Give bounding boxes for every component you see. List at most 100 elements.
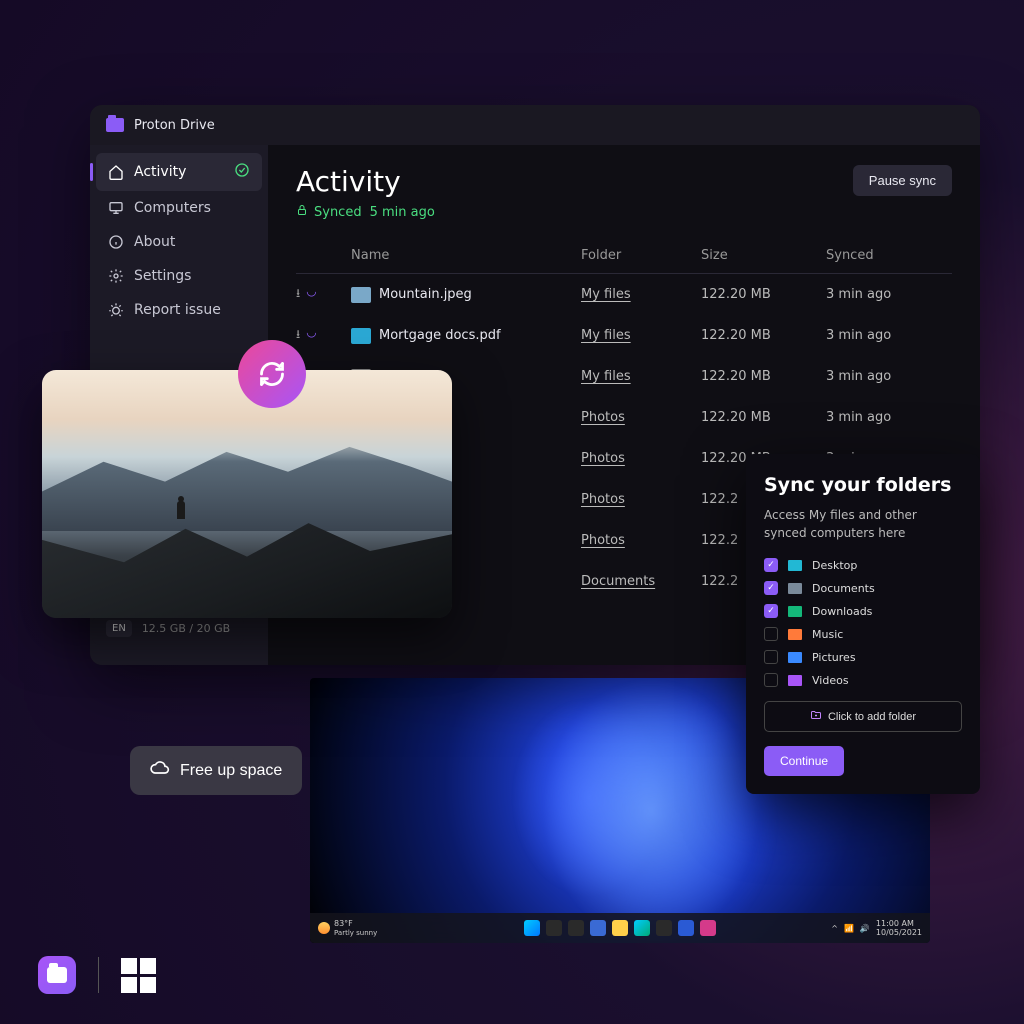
gear-icon — [108, 268, 124, 284]
folder-link[interactable]: Photos — [581, 451, 701, 466]
sync-popup-subtitle: Access My files and other synced compute… — [764, 506, 962, 542]
checkbox[interactable]: ✓ — [764, 581, 778, 595]
folder-link[interactable]: Photos — [581, 492, 701, 507]
image-preview-card — [42, 370, 452, 618]
add-folder-button[interactable]: Click to add folder — [764, 701, 962, 732]
bug-icon — [108, 302, 124, 318]
table-header: Name Folder Size Synced — [296, 238, 952, 274]
folder-link[interactable]: Documents — [581, 574, 701, 589]
folder-option-documents[interactable]: ✓ Documents — [764, 581, 962, 595]
checkbox[interactable]: ✓ — [764, 604, 778, 618]
folder-icon — [788, 652, 802, 663]
home-icon — [108, 164, 124, 180]
folder-list: ✓ Desktop ✓ Documents ✓ Downloads Music … — [764, 558, 962, 687]
start-icon[interactable] — [524, 920, 540, 936]
folder-icon — [788, 583, 802, 594]
spinner-icon: ◡ — [306, 284, 316, 305]
sidebar-item-report-issue[interactable]: Report issue — [96, 293, 262, 327]
store-icon[interactable] — [656, 920, 672, 936]
explorer-icon[interactable] — [612, 920, 628, 936]
folder-icon — [788, 606, 802, 617]
continue-button[interactable]: Continue — [764, 746, 844, 776]
brand-logos — [38, 956, 156, 994]
row-action-icons: ⭳ ◡ — [296, 325, 351, 346]
download-icon: ⭳ — [296, 284, 300, 305]
folder-link[interactable]: My files — [581, 287, 701, 302]
sidebar-item-about[interactable]: About — [96, 225, 262, 259]
file-thumbnail — [351, 328, 371, 344]
file-name: Mortgage docs.pdf — [351, 328, 581, 344]
checkbox[interactable] — [764, 650, 778, 664]
folder-link[interactable]: Photos — [581, 410, 701, 425]
taskbar-tray[interactable]: ^ 📶 🔊 11:00 AM 10/05/2021 — [831, 919, 922, 937]
check-icon — [234, 162, 250, 182]
sidebar-item-label: Computers — [134, 200, 211, 216]
windows-logo — [121, 958, 156, 993]
taskbar-weather[interactable]: 83°F Partly sunny — [318, 919, 377, 937]
taskbar-time: 11:00 AM — [876, 919, 914, 928]
file-synced: 3 min ago — [826, 328, 946, 343]
file-size: 122.20 MB — [701, 410, 826, 425]
sync-fab-icon — [238, 340, 306, 408]
search-icon[interactable] — [546, 920, 562, 936]
folder-link[interactable]: My files — [581, 369, 701, 384]
checkbox[interactable] — [764, 673, 778, 687]
photos-icon[interactable] — [700, 920, 716, 936]
folder-option-desktop[interactable]: ✓ Desktop — [764, 558, 962, 572]
sync-popup-title: Sync your folders — [764, 474, 962, 496]
info-icon — [108, 234, 124, 250]
table-row[interactable]: ⭳ ◡ Mountain.jpeg My files 122.20 MB 3 m… — [296, 274, 952, 315]
sidebar-item-computers[interactable]: Computers — [96, 191, 262, 225]
app-title: Proton Drive — [134, 118, 215, 133]
col-folder: Folder — [581, 248, 701, 263]
sync-status: Synced — [296, 204, 362, 220]
folder-option-videos[interactable]: Videos — [764, 673, 962, 687]
download-icon: ⭳ — [296, 325, 300, 346]
sidebar-item-settings[interactable]: Settings — [96, 259, 262, 293]
file-synced: 3 min ago — [826, 287, 946, 302]
table-row[interactable]: ⭳ ◡ Mortgage docs.pdf My files 122.20 MB… — [296, 315, 952, 356]
mail-icon[interactable] — [678, 920, 694, 936]
folder-option-downloads[interactable]: ✓ Downloads — [764, 604, 962, 618]
free-up-space-button[interactable]: Free up space — [130, 746, 302, 795]
widgets-icon[interactable] — [590, 920, 606, 936]
pause-sync-button[interactable]: Pause sync — [853, 165, 952, 196]
checkbox[interactable]: ✓ — [764, 558, 778, 572]
sidebar-item-label: Report issue — [134, 302, 221, 318]
folder-icon — [788, 560, 802, 571]
tray-chevron-icon[interactable]: ^ — [831, 924, 838, 933]
page-title: Activity — [296, 165, 435, 198]
file-synced: 3 min ago — [826, 369, 946, 384]
edge-icon[interactable] — [634, 920, 650, 936]
file-synced: 3 min ago — [826, 410, 946, 425]
language-selector[interactable]: EN — [106, 620, 132, 637]
tray-volume-icon[interactable]: 🔊 — [860, 924, 870, 933]
sync-folders-popup: Sync your folders Access My files and ot… — [746, 454, 980, 794]
titlebar: Proton Drive — [90, 105, 980, 145]
folder-label: Pictures — [812, 651, 856, 664]
folder-label: Downloads — [812, 605, 872, 618]
sidebar-item-activity[interactable]: Activity — [96, 153, 262, 191]
file-name: Mountain.jpeg — [351, 287, 581, 303]
taskview-icon[interactable] — [568, 920, 584, 936]
file-thumbnail — [351, 287, 371, 303]
folder-label: Videos — [812, 674, 849, 687]
folder-label: Music — [812, 628, 843, 641]
tray-wifi-icon[interactable]: 📶 — [844, 924, 854, 933]
sidebar-item-label: Settings — [134, 268, 191, 284]
folder-option-music[interactable]: Music — [764, 627, 962, 641]
folder-link[interactable]: My files — [581, 328, 701, 343]
taskbar-date: 10/05/2021 — [876, 928, 922, 937]
folder-plus-icon — [810, 709, 822, 724]
taskbar[interactable]: 83°F Partly sunny ^ 📶 🔊 11:00 AM 10/05/2… — [310, 913, 930, 943]
preview-image — [42, 370, 452, 618]
col-synced: Synced — [826, 248, 946, 263]
app-icon — [106, 118, 124, 132]
file-size: 122.20 MB — [701, 328, 826, 343]
folder-label: Documents — [812, 582, 875, 595]
storage-badge: EN 12.5 GB / 20 GB — [92, 616, 244, 645]
folder-link[interactable]: Photos — [581, 533, 701, 548]
weather-temp: 83°F — [334, 919, 353, 928]
folder-option-pictures[interactable]: Pictures — [764, 650, 962, 664]
checkbox[interactable] — [764, 627, 778, 641]
